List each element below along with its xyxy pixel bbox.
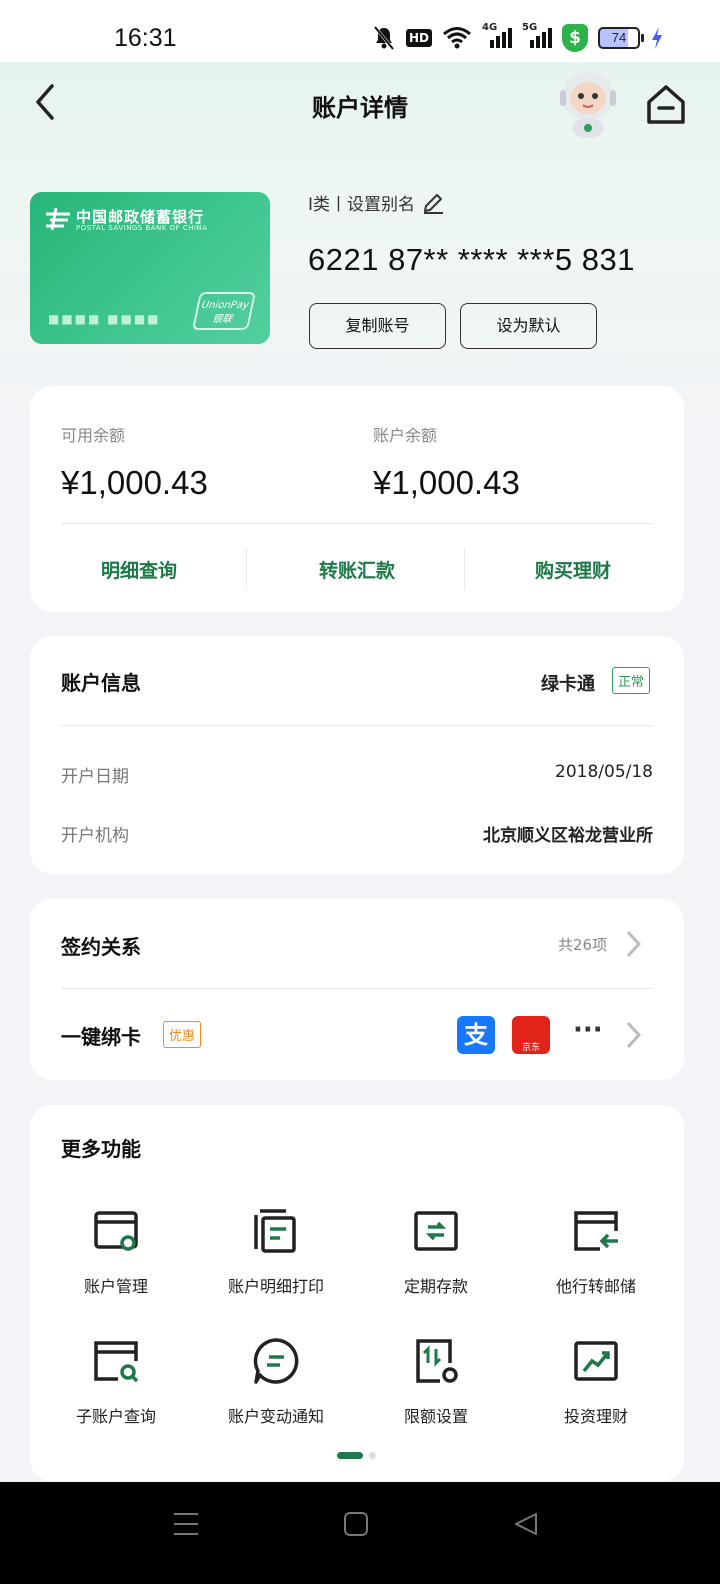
promo-badge: 优惠 — [163, 1021, 202, 1048]
balance-card: 可用余额 ¥1,000.43 账户余额 ¥1,000.43 明细查询 转账汇款 … — [30, 386, 684, 612]
account-info-card: 账户信息 绿卡通 正常 开户日期 2018/05/18 开户机构 北京顺义区裕龙… — [30, 636, 684, 874]
hd-icon: HD — [405, 29, 432, 47]
account-manage-button[interactable]: 账户管理 — [36, 1205, 196, 1297]
account-manage-icon — [94, 1211, 138, 1251]
limit-setting-button[interactable]: 限额设置 — [356, 1335, 516, 1427]
account-number: 6221 87** **** ***5 831 — [308, 242, 635, 277]
func-label: 账户明细打印 — [227, 1277, 324, 1296]
home-button[interactable] — [645, 82, 687, 126]
bank-card-image: 中国邮政储蓄银行 POSTAL SAVINGS BANK OF CHINA ■■… — [30, 192, 270, 344]
signal-4g-icon: 4G — [482, 22, 512, 50]
func-label: 投资理财 — [563, 1407, 628, 1426]
fixed-deposit-icon — [414, 1211, 458, 1251]
alipay-icon: 支 — [457, 1016, 495, 1054]
account-info-title: 账户信息 — [61, 671, 141, 695]
system-navigation-bar — [0, 1482, 720, 1584]
unionpay-logo: UnionPay 银联 — [191, 292, 257, 330]
jd-label: 京东 — [521, 1043, 540, 1053]
charging-icon — [652, 27, 662, 49]
sub-account-search-icon — [94, 1341, 139, 1383]
notification-icon — [253, 1338, 299, 1384]
jd-icon: 京东 — [512, 1016, 550, 1054]
security-shield-icon: $ — [562, 24, 588, 52]
func-label: 定期存款 — [403, 1277, 468, 1296]
psbc-logo-icon — [46, 207, 70, 231]
account-balance-value: ¥1,000.43 — [373, 464, 520, 501]
separator — [464, 548, 465, 590]
func-label: 账户变动通知 — [227, 1407, 324, 1426]
status-icons: HD 4G 5G $ 74 — [372, 22, 664, 52]
home-square-icon[interactable] — [342, 1510, 370, 1538]
card-product-name: 绿卡通 — [541, 674, 595, 695]
account-balance-label: 账户余额 — [373, 426, 438, 445]
separator — [246, 548, 247, 590]
investment-button[interactable]: 投资理财 — [516, 1335, 676, 1427]
divider — [61, 523, 653, 524]
branch-value: 北京顺义区裕龙营业所 — [483, 826, 653, 846]
branch-label: 开户机构 — [61, 826, 129, 846]
sign-relation-title: 签约关系 — [61, 935, 141, 959]
menu-icon[interactable] — [172, 1510, 200, 1538]
chevron-right-icon — [626, 1021, 642, 1049]
bank-name-en: POSTAL SAVINGS BANK OF CHINA — [76, 224, 208, 232]
transfer-in-icon — [574, 1211, 618, 1251]
status-time: 16:31 — [114, 24, 177, 52]
available-balance-label: 可用余额 — [61, 426, 126, 445]
wifi-icon — [443, 27, 471, 49]
account-alias-setting[interactable]: I类丨设置别名 — [308, 190, 445, 215]
func-label: 他行转邮储 — [555, 1277, 636, 1296]
relations-card: 签约关系 共26项 一键绑卡 优惠 支 京东 ··· — [30, 899, 684, 1080]
account-type-label: I类丨设置别名 — [308, 195, 416, 215]
edit-pencil-icon — [424, 193, 444, 214]
more-dots-icon: ··· — [573, 1015, 603, 1045]
signal-5g-icon: 5G — [522, 22, 552, 50]
card-number-masked: ■■■■ ■■■■ — [48, 312, 161, 326]
header: 账户详情 — [0, 62, 720, 142]
unionpay-cn: 银联 — [211, 314, 234, 325]
one-click-bind-title: 一键绑卡 — [61, 1025, 141, 1049]
statement-print-icon — [254, 1209, 296, 1253]
transfer-link[interactable]: 转账汇款 — [257, 556, 457, 583]
back-triangle-icon[interactable] — [512, 1510, 540, 1538]
page-indicator — [337, 1452, 376, 1459]
limit-setting-icon — [416, 1339, 458, 1383]
chevron-right-icon — [626, 930, 642, 958]
set-default-button[interactable]: 设为默认 — [460, 303, 597, 349]
copy-account-button[interactable]: 复制账号 — [309, 303, 446, 349]
transfer-in-button[interactable]: 他行转邮储 — [516, 1205, 676, 1297]
func-label: 账户管理 — [83, 1277, 148, 1296]
sub-account-search-button[interactable]: 子账户查询 — [36, 1335, 196, 1427]
divider — [61, 725, 653, 726]
status-badge: 正常 — [612, 667, 651, 694]
statement-print-button[interactable]: 账户明细打印 — [196, 1205, 356, 1297]
more-functions-card: 更多功能 账户管理 账户明细打印 定期存款 他行转邮储 子账户查询 账户变动通知… — [30, 1105, 684, 1481]
buy-wealth-link[interactable]: 购买理财 — [473, 556, 673, 583]
func-label: 限额设置 — [403, 1407, 468, 1426]
unionpay-en: UnionPay — [200, 300, 250, 311]
mute-bell-icon — [373, 26, 395, 50]
assistant-robot-icon[interactable] — [556, 68, 620, 138]
investment-icon — [574, 1341, 618, 1381]
open-date-label: 开户日期 — [61, 767, 129, 787]
available-balance-value: ¥1,000.43 — [61, 464, 208, 501]
sign-relation-row[interactable]: 签约关系 共26项 — [30, 899, 684, 988]
notification-button[interactable]: 账户变动通知 — [196, 1335, 356, 1427]
sign-relation-count: 共26项 — [558, 936, 608, 954]
page-dot — [369, 1452, 376, 1459]
page-dot-active — [337, 1452, 363, 1459]
one-click-bind-row[interactable]: 一键绑卡 优惠 支 京东 ··· — [30, 989, 684, 1080]
func-label: 子账户查询 — [75, 1407, 156, 1426]
more-functions-title: 更多功能 — [61, 1137, 141, 1161]
open-date-value: 2018/05/18 — [555, 762, 653, 782]
fixed-deposit-button[interactable]: 定期存款 — [356, 1205, 516, 1297]
details-query-link[interactable]: 明细查询 — [39, 556, 239, 583]
status-bar: 16:31 HD 4G 5G $ 74 — [0, 0, 720, 62]
battery-icon: 74 — [598, 27, 644, 49]
